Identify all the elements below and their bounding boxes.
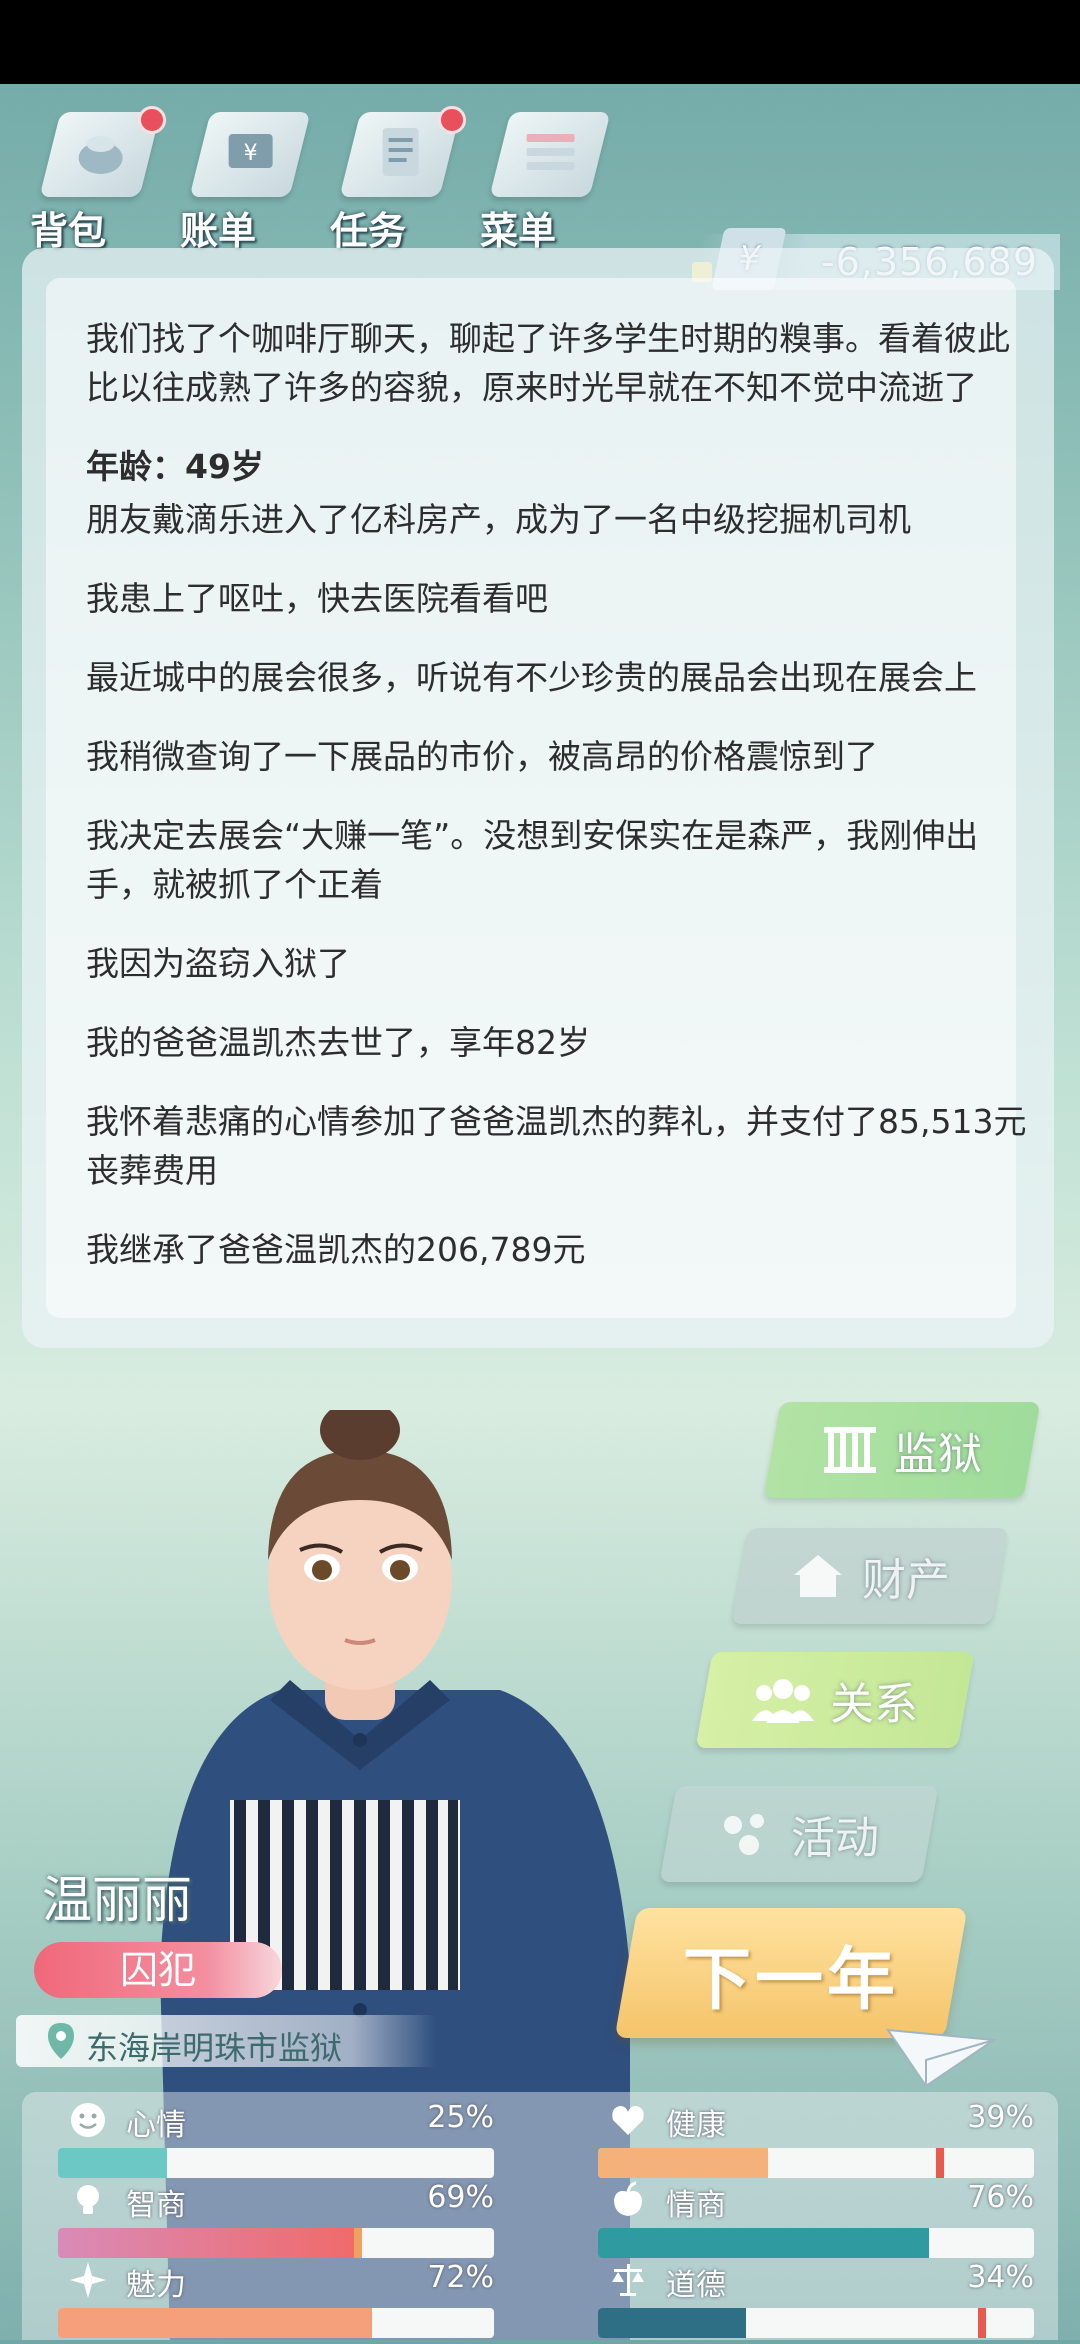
notification-badge [438,106,466,134]
event-log-panel[interactable]: 我们找了个咖啡厅聊天，聊起了许多学生时期的糗事。看着彼此比以往成熟了许多的容貌，… [22,248,1054,1348]
status-bar [0,0,1080,84]
stat-bar [598,2148,1034,2178]
stat-value: 25% [427,2100,494,2135]
log-entry: 我们找了个咖啡厅聊天，聊起了许多学生时期的糗事。看着彼此比以往成熟了许多的容貌，… [86,319,1010,407]
log-entry: 我稍微查询了一下展品的市价，被高昂的价格震惊到了 [86,737,878,776]
stat-health: 健康 39% [562,2100,1062,2180]
character-location: 东海岸明珠市监狱 [16,2015,436,2067]
log-age: 年龄：49岁 [86,447,264,486]
activities-label: 活动 [791,1813,879,1864]
log-entry: 我患上了呕吐，快去医院看看吧 [86,579,548,618]
nav-menu-button[interactable]: 菜单 [480,102,620,253]
stat-morality: 道德 34% [562,2260,1062,2340]
stat-bar [598,2228,1034,2258]
stat-name: 心情 [126,2108,186,2143]
location-pin-icon [48,2023,74,2059]
heart-icon [612,2106,644,2135]
location-label: 东海岸明珠市监狱 [86,2029,343,2067]
svg-text:¥: ¥ [244,141,258,166]
next-year-label: 下一年 [682,1940,899,2020]
nav-label: 账单 [180,209,257,253]
stat-value: 34% [967,2260,1034,2295]
next-year-button[interactable]: 下一年 [614,1908,968,2038]
log-entry: 朋友戴滴乐进入了亿科房产，成为了一名中级挖掘机司机 [86,500,911,539]
stat-name: 健康 [666,2108,726,2143]
assets-label: 财产 [862,1555,950,1606]
event-log: 我们找了个咖啡厅聊天，聊起了许多学生时期的糗事。看着彼此比以往成熟了许多的容貌，… [86,314,1036,1304]
stat-iq: 智商 69% [22,2180,522,2260]
prison-label: 监狱 [894,1429,982,1480]
nav-bill-button[interactable]: ¥ 账单 [180,102,320,253]
nav-label: 背包 [30,209,107,253]
character-name: 温丽丽 [42,1871,192,1929]
nav-label: 任务 [330,209,407,253]
stat-mood: 心情 25% [22,2100,522,2180]
log-entry: 我的爸爸温凯杰去世了，享年82岁 [86,1023,590,1062]
apple-icon [614,2181,642,2216]
stat-name: 智商 [126,2188,186,2223]
stat-value: 69% [427,2180,494,2215]
stat-value: 72% [427,2260,494,2295]
stat-eq: 情商 76% [562,2180,1062,2260]
scales-icon [612,2264,644,2296]
relations-button[interactable]: 关系 [695,1652,975,1748]
assets-button[interactable]: 财产 [731,1528,1009,1624]
stats-panel: 心情 25% 健康 39% 智商 69% 情商 76% 魅力 72% 道德 34… [22,2092,1058,2340]
log-entry: 我决定去展会“大赚一笔”。没想到安保实在是森严，我刚伸出手，就被抓了个正着 [86,816,979,904]
stat-bar [58,2228,494,2258]
sparkle-icon [70,2262,106,2298]
nav-tasks-button[interactable]: 任务 [330,102,470,253]
paper-plane-icon [886,2028,996,2088]
stat-bar [598,2308,1034,2338]
log-entry: 我怀着悲痛的心情参加了爸爸温凯杰的葬礼，并支付了85,513元丧葬费用 [86,1102,1027,1190]
stat-bar [58,2148,494,2178]
nav-label: 菜单 [480,209,557,253]
top-nav: 背包 ¥ 账单 任务 菜单 ¥ -6,356,689 [0,84,1080,290]
log-entry: 我因为盗窃入狱了 [86,944,350,983]
log-entry: 最近城中的展会很多，听说有不少珍贵的展品会出现在展会上 [86,658,977,697]
relations-label: 关系 [830,1679,918,1730]
stat-name: 道德 [666,2268,726,2303]
stat-value: 39% [967,2100,1034,2135]
character-role-badge: 囚犯 [34,1942,282,1998]
stat-name: 情商 [666,2188,726,2223]
stat-value: 76% [967,2180,1034,2215]
people-icon [752,1679,814,1723]
event-log-inner: 我们找了个咖啡厅聊天，聊起了许多学生时期的糗事。看着彼此比以往成熟了许多的容貌，… [46,278,1026,1318]
menu-icon [489,112,611,197]
log-entry: 我继承了爸爸温凯杰的206,789元 [86,1230,586,1269]
stat-name: 魅力 [126,2268,186,2303]
house-icon [794,1555,842,1597]
activity-icon [724,1814,764,1855]
bill-icon: ¥ [189,112,311,197]
smiley-icon [71,2103,105,2137]
prison-bars-icon [824,1427,876,1473]
activities-button[interactable]: 活动 [659,1786,939,1882]
nav-backpack-button[interactable]: 背包 [30,102,170,253]
prison-button[interactable]: 监狱 [763,1402,1041,1498]
lightbulb-icon [77,2185,99,2214]
stat-charm: 魅力 72% [22,2260,522,2340]
stat-bar [58,2308,494,2338]
notification-badge [138,106,166,134]
